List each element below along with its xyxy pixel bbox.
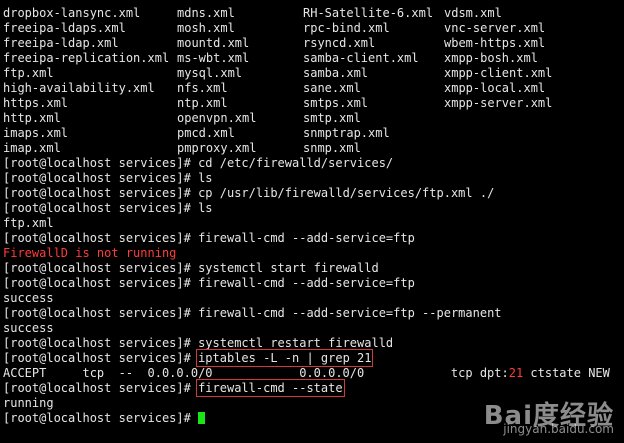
terminal-line: [root@localhost services]# systemctl sta… [3,261,379,275]
file-list-row: dropbox-lansync.xml mdns.xml RH-Satellite-… [0,6,624,21]
file-name: RH-Satellite-6.xml [303,6,434,20]
file-list-row: freeipa-ldaps.xml mosh.xml rpc-bind.xml vnc… [0,21,624,36]
file-list-row: freeipa-replication.xml ms-wbt.xml samba-c… [0,51,624,66]
terminal-output: success [3,321,54,335]
file-name: snmp.xml [303,141,361,155]
file-name: xmpp-client.xml [444,66,553,80]
file-name: dropbox-lansync.xml [3,6,141,20]
watermark-site: jingyan.baidu.com [503,422,614,436]
file-name: imap.xml [3,141,61,155]
file-name: http.xml [3,111,61,125]
file-name: ntp.xml [177,96,228,110]
error-message: FirewallD is not running [3,246,177,260]
file-name: freeipa-ldap.xml [3,36,119,50]
terminal-line: [root@localhost services]# systemctl res… [3,336,394,350]
file-name: smtp.xml [303,111,361,125]
file-list-row: https.xml ntp.xml smtps.xml xmpp-server.xml [0,96,624,111]
file-name: high-availability.xml [3,81,155,95]
file-name: rsyncd.xml [303,36,376,50]
highlighted-command: firewall-cmd --state [196,379,345,397]
file-name: pmproxy.xml [177,141,257,155]
file-name [444,141,624,156]
watermark: Bai度经验 jingyan.baidu.com [484,403,614,437]
file-name: sane.xml [303,81,361,95]
terminal-line: [root@localhost services]# firewall-cmd … [3,276,415,290]
file-name: vdsm.xml [444,6,502,20]
file-name: mosh.xml [177,21,235,35]
port-highlight: 21 [508,366,524,380]
iptables-output: ACCEPT tcp -- 0.0.0.0/0 0.0.0.0/0 tcp dp… [3,366,610,380]
file-name: vnc-server.xml [444,21,546,35]
file-name: ms-wbt.xml [177,51,250,65]
terminal-line: [root@localhost services]# ls [3,201,213,215]
file-list-row: ftp.xml mysql.xml samba.xml xmpp-client.xml [0,66,624,81]
file-name: snmptrap.xml [303,126,390,140]
file-list-row: high-availability.xml nfs.xml sane.xml xmpp… [0,81,624,96]
file-name: freeipa-ldaps.xml [3,21,126,35]
file-name: https.xml [3,96,69,110]
terminal-line: [root@localhost services]# firewall-cmd … [3,231,415,245]
file-name: smtps.xml [303,96,369,110]
terminal-line: [root@localhost services]# cd /etc/firew… [3,156,394,170]
terminal-window[interactable]: dropbox-lansync.xml mdns.xml RH-Satellite-… [0,0,624,443]
file-list-row: imap.xml pmproxy.xml snmp.xml [0,141,624,156]
highlighted-command: iptables -L -n | grep 21 [196,349,374,367]
file-name: xmpp-bosh.xml [444,51,538,65]
terminal-line: [root@localhost services]# firewall-cmd … [3,379,345,397]
file-name: mountd.xml [177,36,250,50]
file-list-row: freeipa-ldap.xml mountd.xml rsyncd.xml wbem… [0,36,624,51]
file-name: ftp.xml [3,66,54,80]
file-name: openvpn.xml [177,111,257,125]
file-list-row: http.xml openvpn.xml smtp.xml [0,111,624,126]
file-name: nfs.xml [177,81,228,95]
terminal-line: [root@localhost services]# ls [3,171,213,185]
file-name: samba-client.xml [303,51,419,65]
terminal-output: ftp.xml [3,216,54,230]
file-name: wbem-https.xml [444,36,546,50]
file-name: rpc-bind.xml [303,21,390,35]
file-list-row: imaps.xml pmcd.xml snmptrap.xml [0,126,624,141]
file-listing: dropbox-lansync.xml mdns.xml RH-Satellite-… [0,6,624,156]
terminal-output: success [3,291,54,305]
file-name: xmpp-local.xml [444,81,546,95]
file-name: imaps.xml [3,126,69,140]
terminal-line: [root@localhost services]# firewall-cmd … [3,306,502,320]
file-name: xmpp-server.xml [444,96,553,110]
file-name [444,126,624,141]
file-name: mdns.xml [177,6,235,20]
file-name: freeipa-replication.xml [3,51,170,65]
file-name: samba.xml [303,66,369,80]
cursor [198,412,206,424]
terminal-line: [root@localhost services]# cp /usr/lib/f… [3,186,495,200]
file-name: mysql.xml [177,66,243,80]
terminal-line: [root@localhost services]# iptables -L -… [3,349,374,367]
file-name [444,111,624,126]
file-name: pmcd.xml [177,126,235,140]
